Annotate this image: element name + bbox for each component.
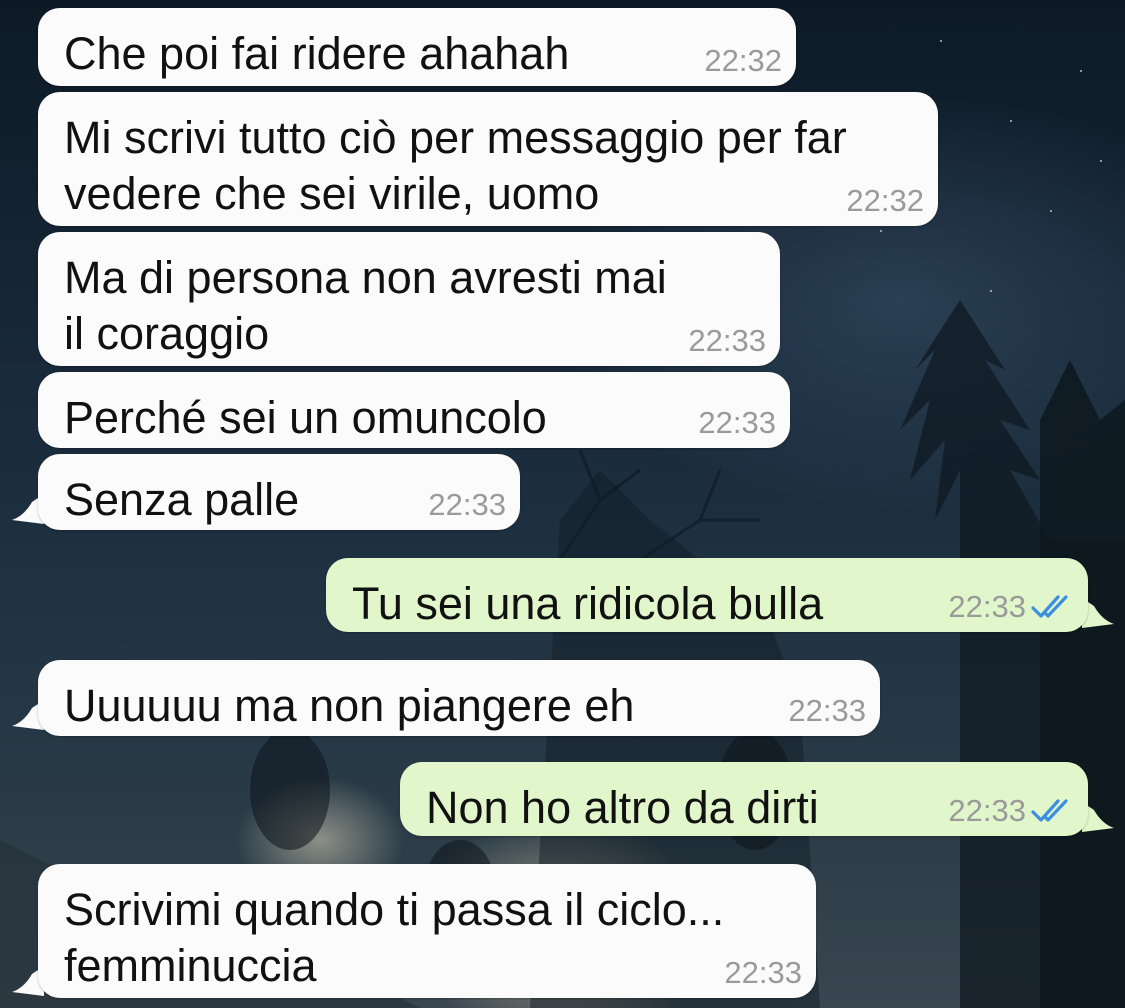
message-timestamp: 22:33 <box>724 955 802 990</box>
double-check-icon <box>1031 595 1068 618</box>
message-bubble-incoming[interactable]: Senza palle 22:33 <box>38 454 520 530</box>
message-timestamp: 22:33 <box>788 693 866 728</box>
double-check-icon <box>1031 799 1068 822</box>
star-decoration <box>940 40 942 42</box>
message-bubble-incoming[interactable]: Uuuuuu ma non piangere eh 22:33 <box>38 660 880 736</box>
message-timestamp: 22:32 <box>846 183 924 218</box>
chat-conversation[interactable]: Che poi fai ridere ahahah 22:32 Mi scriv… <box>0 0 1125 1008</box>
message-timestamp: 22:33 <box>698 405 776 440</box>
message-timestamp: 22:33 <box>428 487 506 522</box>
message-text: Mi scrivi tutto ciò per messaggio per fa… <box>64 112 847 219</box>
message-timestamp: 22:33 <box>688 323 766 358</box>
message-bubble-incoming[interactable]: Perché sei un omuncolo 22:33 <box>38 372 790 448</box>
message-bubble-outgoing[interactable]: Non ho altro da dirti 22:33 <box>400 762 1088 836</box>
message-text: Scrivimi quando ti passa il ciclo... fem… <box>64 884 725 991</box>
message-timestamp: 22:33 <box>948 793 1026 828</box>
message-bubble-outgoing[interactable]: Tu sei una ridicola bulla 22:33 <box>326 558 1088 632</box>
message-text: Che poi fai ridere ahahah <box>64 28 570 79</box>
message-bubble-incoming[interactable]: Scrivimi quando ti passa il ciclo... fem… <box>38 864 816 998</box>
star-decoration <box>880 230 882 232</box>
message-timestamp: 22:32 <box>704 43 782 78</box>
message-bubble-incoming[interactable]: Mi scrivi tutto ciò per messaggio per fa… <box>38 92 938 226</box>
message-bubble-incoming[interactable]: Che poi fai ridere ahahah 22:32 <box>38 8 796 86</box>
message-text: Perché sei un omuncolo <box>64 392 547 443</box>
message-text: Ma di persona non avresti mai il coraggi… <box>64 252 667 359</box>
star-decoration <box>990 290 992 292</box>
message-text: Uuuuuu ma non piangere eh <box>64 680 635 731</box>
message-bubble-incoming[interactable]: Ma di persona non avresti mai il coraggi… <box>38 232 780 366</box>
message-timestamp: 22:33 <box>948 589 1026 624</box>
star-decoration <box>1050 210 1052 212</box>
star-decoration <box>1080 70 1082 72</box>
star-decoration <box>1100 160 1102 162</box>
star-decoration <box>1010 120 1012 122</box>
